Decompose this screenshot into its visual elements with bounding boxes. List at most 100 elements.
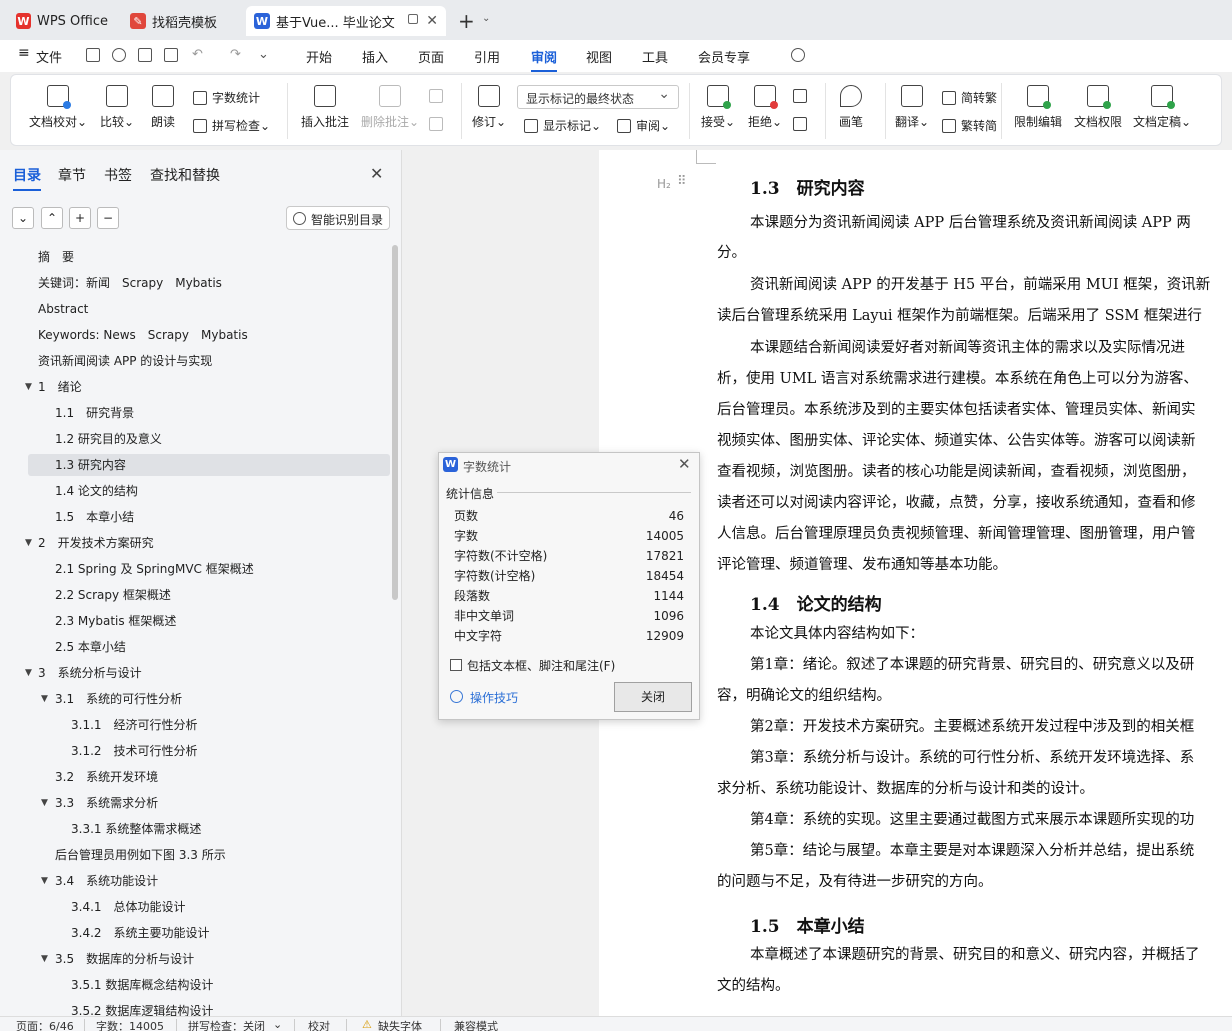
pen-button[interactable]: 画笔 bbox=[839, 85, 863, 130]
compare-button[interactable]: 比较⌄ bbox=[100, 85, 134, 130]
menu-view[interactable]: 视图 bbox=[586, 47, 612, 66]
save-icon[interactable] bbox=[86, 48, 100, 62]
expand-arrow-icon[interactable]: ▼ bbox=[41, 948, 48, 970]
include-textbox-checkbox[interactable] bbox=[450, 659, 462, 671]
expand-arrow-icon[interactable]: ▼ bbox=[25, 376, 32, 398]
toc-item[interactable]: 2.2 Scrapy 框架概述 bbox=[0, 584, 390, 606]
menu-insert[interactable]: 插入 bbox=[362, 47, 388, 66]
toc-item[interactable]: ▼ 3.1 系统的可行性分析 bbox=[0, 688, 390, 710]
toc-item[interactable]: 1.3 研究内容 bbox=[28, 454, 390, 476]
toc-item[interactable]: 3.2 系统开发环境 bbox=[0, 766, 390, 788]
search-icon[interactable] bbox=[791, 48, 805, 62]
toc-item[interactable]: 资讯新闻阅读 APP 的设计与实现 bbox=[0, 350, 390, 372]
sidebar-scrollbar[interactable] bbox=[392, 245, 398, 600]
show-markup-button[interactable]: 显示标记 ⌄ bbox=[524, 117, 601, 134]
toc-item[interactable]: 2.1 Spring 及 SpringMVC 框架概述 bbox=[0, 558, 390, 580]
toc-item[interactable]: ▼ 3.3 系统需求分析 bbox=[0, 792, 390, 814]
menu-tools[interactable]: 工具 bbox=[642, 47, 668, 66]
toc-item[interactable]: Keywords: News Scrapy Mybatis bbox=[0, 324, 390, 346]
play-tips-icon[interactable] bbox=[450, 690, 463, 703]
delete-comment-button[interactable]: 删除批注⌄ bbox=[361, 85, 419, 130]
status-word-count[interactable]: 字数：14005 bbox=[96, 1018, 164, 1031]
close-icon[interactable]: ✕ bbox=[426, 13, 438, 29]
tab-window-icon[interactable] bbox=[408, 14, 418, 24]
prev-change-icon[interactable] bbox=[793, 89, 812, 103]
hamburger-icon[interactable]: ≡ bbox=[18, 45, 30, 61]
undo-icon[interactable]: ↶ bbox=[192, 47, 203, 62]
menu-review[interactable]: 审阅 bbox=[531, 47, 558, 72]
remove-heading-minus-icon[interactable]: − bbox=[97, 207, 119, 229]
toc-item[interactable]: 2.5 本章小结 bbox=[0, 636, 390, 658]
share-icon[interactable] bbox=[112, 48, 126, 62]
tab-document[interactable]: W 基于Vue... 毕业论文 ✕ bbox=[246, 6, 446, 36]
new-tab-plus-icon[interactable]: + bbox=[458, 9, 475, 33]
toc-item[interactable]: 关键词：新闻 Scrapy Mybatis bbox=[0, 272, 390, 294]
expand-arrow-icon[interactable]: ▼ bbox=[41, 792, 48, 814]
toc-item[interactable]: 1.4 论文的结构 bbox=[0, 480, 390, 502]
doc-finalize-button[interactable]: 文档定稿⌄ bbox=[1133, 85, 1191, 130]
tab-chapters[interactable]: 章节 bbox=[58, 165, 86, 185]
toc-item[interactable]: ▼ 1 绪论 bbox=[0, 376, 390, 398]
toc-item[interactable]: 3.1.2 技术可行性分析 bbox=[0, 740, 390, 762]
toc-item[interactable]: 后台管理员用例如下图 3.3 所示 bbox=[0, 844, 390, 866]
tab-toc[interactable]: 目录 bbox=[13, 165, 41, 191]
dialog-close-button[interactable]: 关闭 bbox=[614, 682, 692, 712]
quick-access-chevron-icon[interactable]: ⌄ bbox=[258, 47, 269, 62]
chevron-down-icon[interactable]: ⌄ bbox=[482, 13, 490, 24]
toc-item[interactable]: 3.3.1 系统整体需求概述 bbox=[0, 818, 390, 840]
restrict-edit-button[interactable]: 限制编辑 bbox=[1014, 85, 1062, 130]
status-proof[interactable]: 校对 bbox=[308, 1018, 330, 1031]
tips-link[interactable]: 操作技巧 bbox=[470, 689, 518, 706]
next-change-icon[interactable] bbox=[793, 117, 812, 131]
translate-button[interactable]: 翻译⌄ bbox=[895, 85, 929, 130]
accept-button[interactable]: 接受⌄ bbox=[701, 85, 735, 130]
toc-item[interactable]: 3.4.1 总体功能设计 bbox=[0, 896, 390, 918]
expand-arrow-icon[interactable]: ▼ bbox=[41, 688, 48, 710]
menu-reference[interactable]: 引用 bbox=[474, 47, 500, 66]
toc-item[interactable]: 3.1.1 经济可行性分析 bbox=[0, 714, 390, 736]
redo-icon[interactable]: ↷ bbox=[230, 47, 241, 62]
toc-item[interactable]: ▼ 2 开发技术方案研究 bbox=[0, 532, 390, 554]
toc-item[interactable]: Abstract bbox=[0, 298, 390, 320]
expand-arrow-icon[interactable]: ▼ bbox=[25, 662, 32, 684]
collapse-chevron-down-icon[interactable]: ⌄ bbox=[12, 207, 34, 229]
file-menu[interactable]: 文件 bbox=[36, 47, 62, 66]
reject-button[interactable]: 拒绝⌄ bbox=[748, 85, 782, 130]
toc-item[interactable]: ▼ 3.4 系统功能设计 bbox=[0, 870, 390, 892]
toc-item[interactable]: 2.3 Mybatis 框架概述 bbox=[0, 610, 390, 632]
toc-item[interactable]: 3.5.1 数据库概念结构设计 bbox=[0, 974, 390, 996]
status-page[interactable]: 页面：6/46 bbox=[16, 1018, 74, 1031]
print-icon[interactable] bbox=[138, 48, 152, 62]
toc-item[interactable]: 3.5.2 数据库逻辑结构设计 bbox=[0, 1000, 390, 1016]
chevron-down-icon[interactable]: ⌄ bbox=[273, 1018, 282, 1031]
close-icon[interactable]: ✕ bbox=[370, 164, 383, 183]
read-aloud-button[interactable]: 朗读 bbox=[151, 85, 175, 130]
toc-item[interactable]: 1.5 本章小结 bbox=[0, 506, 390, 528]
drag-handle-icon[interactable]: ⠿ bbox=[677, 174, 687, 189]
markup-state-select[interactable]: 显示标记的最终状态 bbox=[517, 85, 679, 109]
toc-item[interactable]: 1.2 研究目的及意义 bbox=[0, 428, 390, 450]
tab-find-replace[interactable]: 查找和替换 bbox=[150, 165, 220, 185]
toc-item[interactable]: 3.4.2 系统主要功能设计 bbox=[0, 922, 390, 944]
spell-check-button[interactable]: 拼写检查 ⌄ bbox=[193, 117, 270, 134]
expand-arrow-icon[interactable]: ▼ bbox=[41, 870, 48, 892]
tab-docer[interactable]: ✎ 找稻壳模板 bbox=[122, 6, 240, 36]
include-textbox-label[interactable]: 包括文本框、脚注和尾注(F) bbox=[467, 657, 615, 674]
doc-permission-button[interactable]: 文档权限 bbox=[1074, 85, 1122, 130]
tab-wps-office[interactable]: W WPS Office bbox=[8, 6, 116, 36]
tab-bookmarks[interactable]: 书签 bbox=[104, 165, 132, 185]
status-spell-check[interactable]: 拼写检查：关闭 bbox=[188, 1018, 265, 1031]
toc-item[interactable]: 1.1 研究背景 bbox=[0, 402, 390, 424]
status-missing-font[interactable]: 缺失字体 bbox=[378, 1018, 422, 1031]
prev-comment-icon[interactable] bbox=[429, 89, 448, 103]
track-changes-button[interactable]: 修订⌄ bbox=[472, 85, 506, 130]
toc-item[interactable]: ▼ 3.5 数据库的分析与设计 bbox=[0, 948, 390, 970]
menu-start[interactable]: 开始 bbox=[306, 47, 332, 66]
smart-toc-button[interactable]: 智能识别目录 bbox=[286, 206, 390, 230]
print-preview-icon[interactable] bbox=[164, 48, 178, 62]
toc-item[interactable]: 摘 要 bbox=[0, 246, 390, 268]
next-comment-icon[interactable] bbox=[429, 117, 448, 131]
add-heading-plus-icon[interactable]: + bbox=[69, 207, 91, 229]
review-pane-button[interactable]: 审阅 ⌄ bbox=[617, 117, 670, 134]
toc-item[interactable]: ▼ 3 系统分析与设计 bbox=[0, 662, 390, 684]
